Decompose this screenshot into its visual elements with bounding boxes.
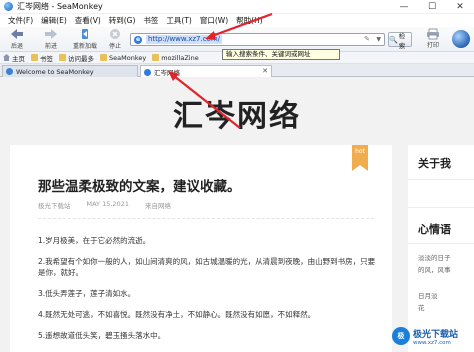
menu-help[interactable]: 帮助(H)	[232, 14, 267, 27]
stop-button[interactable]: 停止	[100, 28, 130, 51]
menu-file[interactable]: 文件(F)	[4, 14, 37, 27]
bookmark-bookmarks[interactable]: 书签	[31, 53, 53, 63]
chevron-down-icon[interactable]: ▼	[376, 36, 381, 43]
post-meta: 极光下载站 MAY 15,2021 来自网络	[38, 200, 187, 210]
divider	[408, 207, 474, 208]
throbber-globe-icon[interactable]	[452, 30, 470, 48]
menu-edit[interactable]: 编辑(E)	[37, 14, 71, 27]
forward-arrow-icon	[44, 28, 58, 40]
url-bar[interactable]: e http://www.xz7.com/ ✎ ▼	[130, 33, 385, 46]
tab-close-icon[interactable]: ✕	[262, 67, 268, 75]
hot-badge: hot	[352, 145, 368, 171]
search-button[interactable]: 🔍 检索	[388, 31, 412, 50]
sidebar-mood-line: 的风，风事	[418, 266, 451, 274]
folder-icon	[31, 54, 38, 61]
seamonkey-icon	[6, 68, 13, 75]
forward-label: 前进	[44, 43, 57, 50]
print-label: 打印	[426, 42, 439, 49]
menu-tools[interactable]: 工具(T)	[162, 14, 195, 27]
tab-bar: Welcome to SeaMonkey 汇岑网络 ✕	[0, 64, 474, 78]
sidebar-mood-line: 花	[418, 304, 425, 312]
divider	[408, 243, 474, 244]
magnifier-icon: 🔍	[389, 35, 398, 44]
url-tooltip: 输入搜索条件、关键词或网址	[222, 49, 340, 60]
reload-label: 重新加载	[72, 43, 97, 50]
folder-icon	[100, 54, 107, 61]
post-title[interactable]: 那些温柔极致的文案，建议收藏。	[38, 175, 241, 195]
post-card: hot 那些温柔极致的文案，建议收藏。 极光下载站 MAY 15,2021 来自…	[10, 145, 392, 352]
post-body: 1.岁月极美，在于它必然的流逝。 2.我希望有个如你一般的人，如山间清爽的风，如…	[38, 235, 378, 351]
site-favicon-icon	[144, 68, 151, 76]
menu-window[interactable]: 窗口(W)	[196, 14, 232, 27]
aurora-logo-icon: 极	[392, 327, 410, 345]
back-button[interactable]: 后退	[2, 28, 32, 51]
post-paragraph: 3.低头弄莲子，莲子清如水。	[38, 289, 136, 298]
print-button[interactable]: 打印	[418, 28, 448, 51]
sidebar-mood-line: 淡淡的日子	[418, 254, 451, 262]
post-paragraph: 4.既然无处可逃，不如喜悦。既然没有净土，不如静心。既然没有如愿，不如释然。	[38, 310, 316, 319]
reload-icon	[78, 28, 92, 40]
divider	[408, 179, 474, 180]
sidebar-mood-line: 日月淡	[418, 292, 438, 300]
sidebar: 关于我 心情语 淡淡的日子 的风，风事 日月淡 花	[408, 145, 474, 352]
page-content: 汇岑网络 hot 那些温柔极致的文案，建议收藏。 极光下载站 MAY 15,20…	[0, 77, 474, 352]
bookmark-mozillazine[interactable]: mozillaZine	[152, 54, 199, 62]
watermark-logo: 极 极光下载站 www.xz7.com	[392, 322, 472, 350]
home-icon	[3, 54, 10, 61]
menu-go[interactable]: 转到(G)	[105, 14, 140, 27]
post-paragraph: 5.遥想故道低头笑，碧玉搔头落水中。	[38, 331, 166, 340]
search-label: 检索	[398, 31, 406, 50]
url-input[interactable]: http://www.xz7.com/	[146, 35, 223, 44]
back-label: 后退	[10, 43, 23, 50]
post-paragraph: 1.岁月极美，在于它必然的流逝。	[38, 236, 151, 245]
menu-bookmarks[interactable]: 书签	[139, 14, 162, 27]
site-favicon-icon: e	[134, 35, 142, 44]
close-button[interactable]: ✕	[446, 0, 474, 14]
post-source[interactable]: 极光下载站	[38, 200, 71, 210]
printer-icon	[426, 28, 440, 40]
back-arrow-icon	[10, 28, 24, 40]
post-date: MAY 15,2021	[86, 200, 129, 208]
bookmark-seamonkey[interactable]: SeaMonkey	[100, 54, 146, 62]
reload-button[interactable]: 重新加载	[70, 28, 100, 51]
menu-view[interactable]: 查看(V)	[71, 14, 105, 27]
bookmark-home[interactable]: 主页	[3, 53, 25, 63]
pencil-icon[interactable]: ✎	[364, 35, 370, 43]
maximize-button[interactable]: ☐	[418, 0, 446, 14]
bookmark-most-visited[interactable]: 访问最多	[59, 53, 94, 63]
title-bar: 汇岑网络 - SeaMonkey — ☐ ✕	[0, 0, 474, 14]
watermark-url: www.xz7.com	[413, 339, 451, 346]
folder-icon	[59, 54, 66, 61]
divider	[38, 218, 374, 219]
stop-icon	[108, 28, 122, 40]
tab-welcome[interactable]: Welcome to SeaMonkey	[2, 65, 138, 77]
minimize-button[interactable]: —	[390, 0, 418, 14]
stop-label: 停止	[108, 43, 121, 50]
site-title[interactable]: 汇岑网络	[0, 91, 474, 135]
post-paragraph: 2.我希望有个如你一般的人，如山间清爽的风，如古城温暖的光，从清晨到夜晚，由山野…	[38, 257, 376, 277]
sidebar-mood-heading: 心情语	[418, 223, 451, 236]
menu-bar: 文件(F) 编辑(E) 查看(V) 转到(G) 书签 工具(T) 窗口(W) 帮…	[0, 14, 474, 27]
window-title: 汇岑网络 - SeaMonkey	[17, 2, 103, 11]
folder-icon	[152, 54, 160, 61]
forward-button[interactable]: 前进	[36, 28, 66, 51]
sidebar-about-heading: 关于我	[418, 157, 451, 170]
post-origin: 来自网络	[144, 202, 171, 210]
watermark-name: 极光下载站	[413, 329, 459, 340]
seamonkey-app-icon	[4, 2, 13, 11]
